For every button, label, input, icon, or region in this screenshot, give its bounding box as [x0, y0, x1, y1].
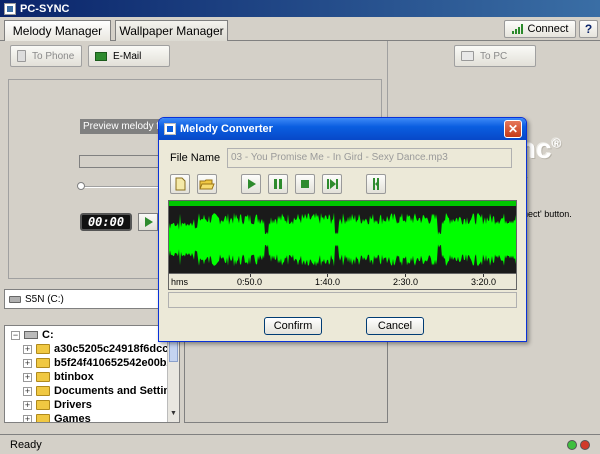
preview-progress-bar: [79, 155, 163, 168]
to-phone-label: To Phone: [32, 50, 75, 62]
cancel-button[interactable]: Cancel: [366, 317, 424, 335]
folder-icon: [36, 400, 50, 410]
tree-item-label: Documents and Settings: [54, 385, 180, 397]
expand-icon[interactable]: +: [23, 414, 32, 422]
connect-label: Connect: [527, 23, 569, 35]
preview-slider-knob[interactable]: [77, 182, 85, 190]
skip-end-icon: [327, 179, 338, 189]
app-titlebar: PC-SYNC: [0, 0, 600, 17]
email-label: E-Mail: [113, 50, 142, 62]
connect-hint-text: nect' button.: [523, 209, 572, 219]
app-logo-icon: [4, 2, 16, 15]
confirm-button[interactable]: Confirm: [264, 317, 322, 335]
play-icon: [248, 179, 256, 189]
to-pc-button[interactable]: To PC: [454, 45, 536, 67]
expand-icon[interactable]: +: [23, 358, 32, 368]
tab-wallpaper-manager[interactable]: Wallpaper Manager: [115, 20, 228, 41]
email-button[interactable]: E-Mail: [88, 45, 170, 67]
time-display: 00:00: [80, 213, 132, 231]
status-red-icon: [580, 440, 590, 450]
timeline: hms 0:50.0 1:40.0 2:30.0 3:20.0: [169, 273, 516, 289]
folder-icon: [36, 358, 50, 368]
computer-icon: [461, 51, 474, 61]
tree-item-label: btinbox: [54, 371, 94, 383]
tree-root-label: C:: [42, 329, 54, 341]
tree-item[interactable]: + Documents and Settings: [23, 384, 180, 398]
stop-button[interactable]: [295, 174, 315, 194]
connect-button[interactable]: Connect: [504, 20, 576, 38]
conversion-progress-bar: [168, 292, 517, 308]
hard-drive-icon: [24, 331, 38, 339]
stop-icon: [301, 180, 309, 188]
waveform-shape: [169, 212, 516, 267]
waveform-view[interactable]: hms 0:50.0 1:40.0 2:30.0 3:20.0: [168, 200, 517, 290]
tree-item[interactable]: + Drivers: [23, 398, 92, 412]
file-name-field[interactable]: 03 - You Promise Me - In Gird - Sexy Dan…: [227, 148, 512, 168]
tree-item-label: a30c5205c24918f6dcc6: [54, 343, 175, 355]
dialog-app-icon: [164, 123, 176, 135]
tree-item[interactable]: + Games: [23, 412, 91, 423]
to-phone-button[interactable]: To Phone: [10, 45, 82, 67]
scroll-down-icon[interactable]: ▼: [169, 410, 178, 420]
dialog-title: Melody Converter: [180, 123, 273, 135]
to-pc-label: To PC: [480, 50, 508, 62]
trim-icon: [373, 178, 379, 190]
status-green-icon: [567, 440, 577, 450]
expand-icon[interactable]: +: [23, 344, 32, 354]
trim-button[interactable]: [366, 174, 386, 194]
file-name-label: File Name: [170, 152, 221, 164]
status-text: Ready: [10, 438, 42, 451]
new-file-button[interactable]: [170, 174, 190, 194]
dialog-titlebar[interactable]: Melody Converter ✕: [159, 118, 526, 140]
help-button[interactable]: ?: [579, 20, 598, 38]
tree-item[interactable]: + btinbox: [23, 370, 94, 384]
expand-icon[interactable]: +: [23, 400, 32, 410]
open-folder-icon: [199, 179, 215, 190]
tree-root[interactable]: − C:: [11, 328, 54, 342]
brand-mark: ®: [551, 135, 562, 151]
phone-icon: [17, 50, 26, 62]
skip-end-button[interactable]: [322, 174, 342, 194]
folder-icon: [36, 414, 50, 422]
expand-icon[interactable]: +: [23, 386, 32, 396]
play-button[interactable]: [241, 174, 261, 194]
new-file-icon: [175, 177, 186, 191]
tree-item-label: Games: [54, 413, 91, 423]
tree-item[interactable]: + b5f24f410652542e00b2: [23, 356, 173, 370]
open-folder-button[interactable]: [197, 174, 217, 194]
preview-label: Preview melody fil: [80, 119, 162, 134]
status-bar: Ready: [0, 434, 600, 454]
waveform-graph: [169, 212, 516, 267]
timeline-tick-label: 3:20.0: [471, 277, 497, 287]
collapse-icon[interactable]: −: [11, 330, 20, 340]
signal-icon: [511, 24, 524, 34]
preview-play-button[interactable]: [138, 213, 158, 231]
folder-icon: [36, 386, 50, 396]
folder-icon: [36, 372, 50, 382]
pause-button[interactable]: [268, 174, 288, 194]
tree-item-label: Drivers: [54, 399, 92, 411]
timeline-unit: hms: [171, 277, 189, 287]
drive-label: S5N (C:): [25, 293, 64, 305]
expand-icon[interactable]: +: [23, 372, 32, 382]
folder-tree[interactable]: − C: + a30c5205c24918f6dcc6 + b5f24f4106…: [4, 325, 180, 423]
folder-icon: [36, 344, 50, 354]
tree-item-label: b5f24f410652542e00b2: [54, 357, 173, 369]
drive-icon: [9, 295, 21, 303]
close-icon[interactable]: ✕: [504, 120, 522, 138]
preview-slider-track: [79, 186, 163, 188]
timeline-tick-label: 2:30.0: [393, 277, 419, 287]
app-title: PC-SYNC: [20, 2, 70, 15]
tab-melody-manager[interactable]: Melody Manager: [4, 20, 111, 41]
timeline-tick-label: 0:50.0: [237, 277, 263, 287]
melody-converter-dialog: Melody Converter ✕ File Name 03 - You Pr…: [158, 117, 527, 342]
tree-item[interactable]: + a30c5205c24918f6dcc6: [23, 342, 175, 356]
tab-strip: Melody Manager Wallpaper Manager Connect…: [0, 17, 600, 41]
timeline-tick-label: 1:40.0: [315, 277, 341, 287]
mail-icon: [95, 51, 107, 61]
pause-icon: [274, 179, 282, 189]
